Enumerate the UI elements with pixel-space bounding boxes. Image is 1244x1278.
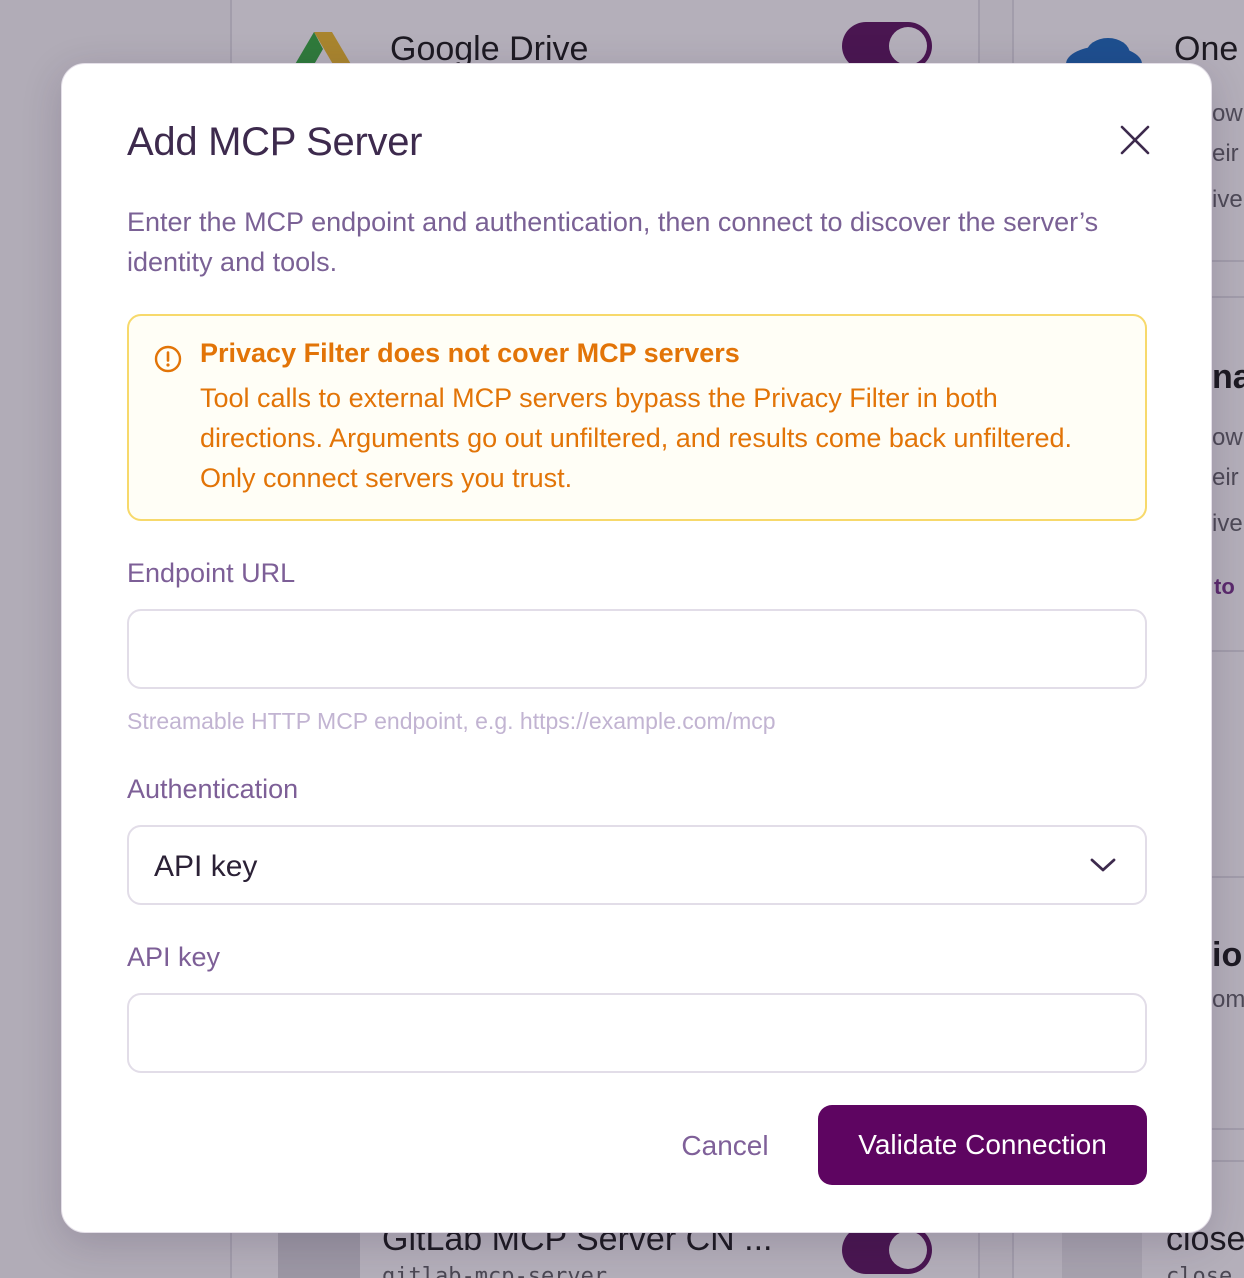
privacy-warning-alert: Privacy Filter does not cover MCP server… [127, 314, 1147, 521]
background-divider [1212, 650, 1244, 652]
cancel-button[interactable]: Cancel [660, 1108, 790, 1184]
background-text-fragment: eir C [1212, 140, 1244, 167]
background-card-subtitle: close [1166, 1264, 1233, 1278]
background-text-fragment: ior [1212, 936, 1244, 974]
chevron-down-icon [1090, 858, 1116, 872]
background-card-subtitle: gitlab-mcp-server [382, 1264, 608, 1278]
background-divider [1212, 1128, 1244, 1130]
background-divider [1212, 876, 1244, 878]
add-mcp-server-dialog: Add MCP Server Enter the MCP endpoint an… [61, 63, 1212, 1233]
alert-title: Privacy Filter does not cover MCP server… [200, 338, 740, 368]
authentication-select[interactable]: API key [127, 825, 1147, 905]
background-text-fragment: nar [1212, 358, 1244, 396]
endpoint-url-label: Endpoint URL [127, 558, 296, 588]
background-divider [1212, 1160, 1244, 1162]
endpoint-url-hint: Streamable HTTP MCP endpoint, e.g. https… [127, 708, 776, 734]
validate-connection-button[interactable]: Validate Connection [818, 1105, 1147, 1185]
background-toggle [842, 1226, 932, 1274]
authentication-label: Authentication [127, 774, 299, 804]
authentication-selected-value: API key [154, 850, 258, 883]
background-text-fragment: ive [1212, 510, 1243, 537]
dialog-description: Enter the MCP endpoint and authenticatio… [127, 207, 1099, 277]
endpoint-url-input[interactable] [127, 609, 1147, 689]
background-text-fragment: owi [1212, 424, 1244, 451]
background-text-fragment: owi [1212, 100, 1244, 127]
alert-body: Tool calls to external MCP servers bypas… [200, 383, 1072, 493]
background-text-fragment: eir S [1212, 464, 1244, 491]
background-divider [1212, 260, 1244, 262]
background-divider [1212, 296, 1244, 298]
close-icon [1120, 125, 1150, 155]
api-key-label: API key [127, 942, 221, 972]
background-text-fragment: om- [1212, 986, 1244, 1013]
api-key-input[interactable] [127, 993, 1147, 1073]
background-text-fragment: ive [1212, 186, 1243, 213]
close-button[interactable] [1117, 122, 1153, 158]
background-text-fragment: to [1214, 574, 1235, 599]
dialog-title: Add MCP Server [127, 120, 423, 164]
warning-circle-icon [154, 345, 182, 373]
